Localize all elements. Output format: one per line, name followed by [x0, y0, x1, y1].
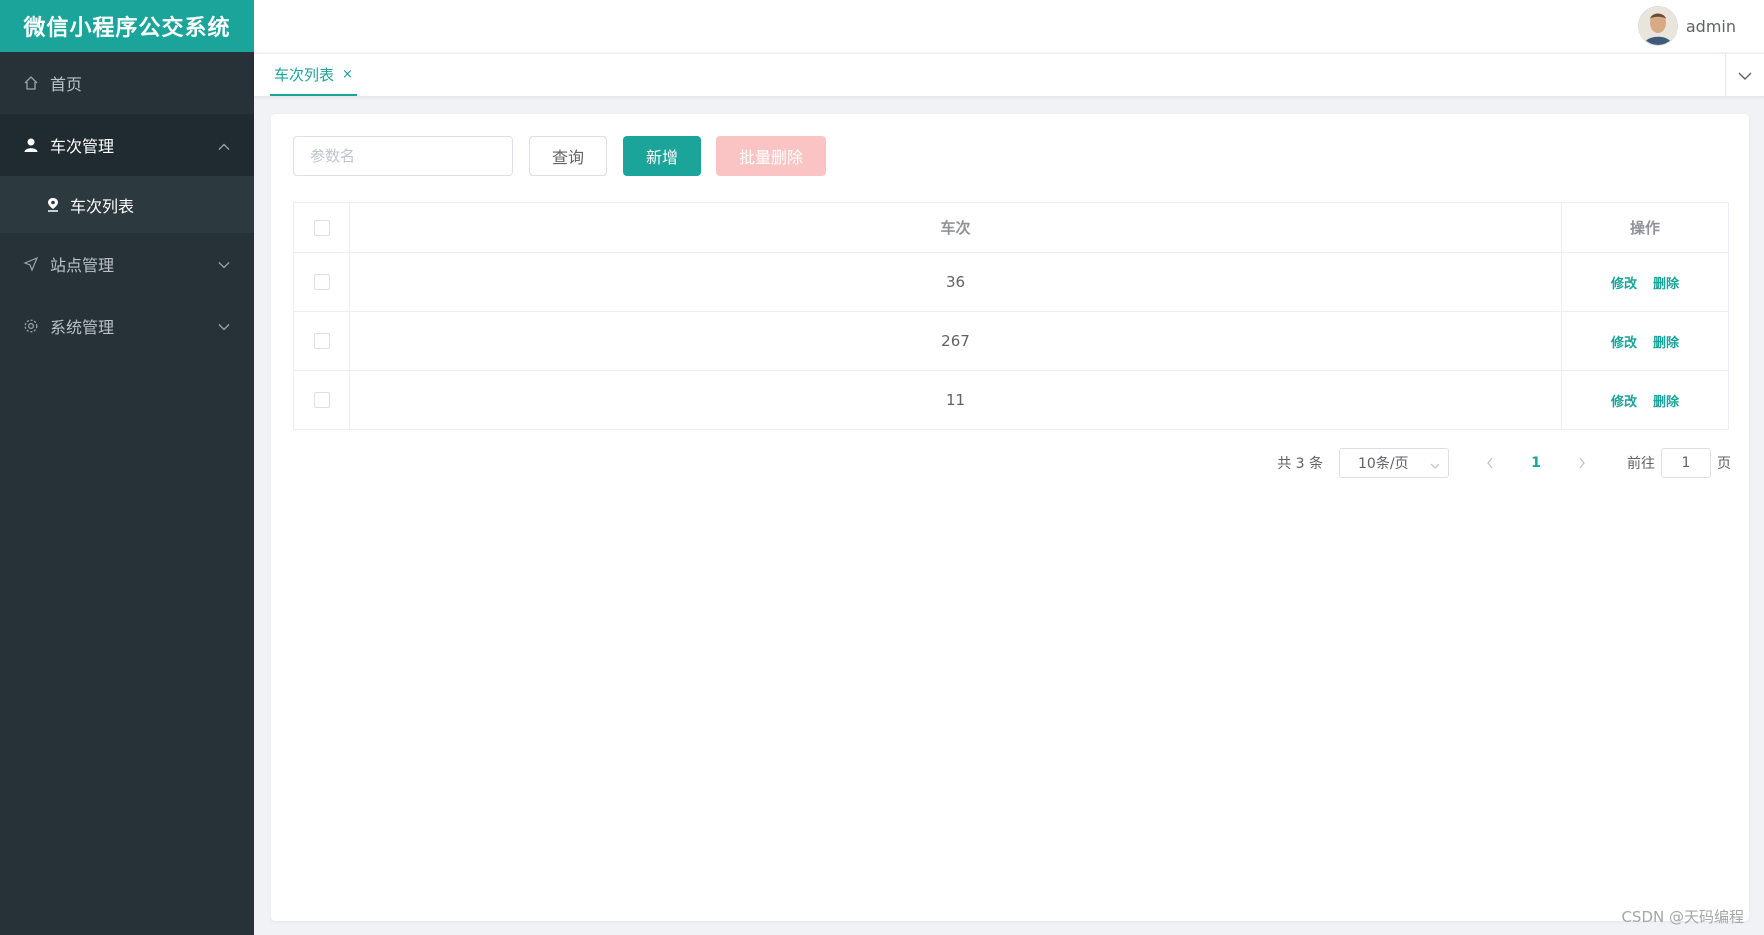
search-input[interactable]: [293, 136, 513, 176]
close-icon[interactable]: ×: [342, 67, 353, 82]
header-checkbox-cell: [294, 203, 350, 252]
tab-trip-list[interactable]: 车次列表 ×: [270, 54, 357, 96]
delete-link[interactable]: 删除: [1653, 332, 1679, 351]
sidebar-item-label: 车次管理: [50, 137, 115, 156]
edit-link[interactable]: 修改: [1611, 391, 1637, 410]
trip-number-cell: 36: [350, 253, 1562, 311]
app-title: 微信小程序公交系统: [0, 0, 254, 52]
chevron-up-icon: [218, 136, 230, 155]
chevron-down-icon: [218, 317, 230, 336]
chevron-down-icon: [1738, 66, 1752, 85]
table-row: 11 修改 删除: [294, 371, 1728, 429]
chevron-down-icon: [1430, 458, 1440, 474]
actions-cell: 修改 删除: [1562, 312, 1728, 370]
edit-link[interactable]: 修改: [1611, 332, 1637, 351]
sidebar-item-label: 站点管理: [50, 256, 115, 275]
location-pin-icon: [44, 196, 62, 214]
send-icon: [22, 255, 40, 273]
page-size-value: 10条/页: [1358, 456, 1409, 472]
row-checkbox-cell: [294, 253, 350, 311]
actions-cell: 修改 删除: [1562, 371, 1728, 429]
goto-page-input[interactable]: 1: [1661, 448, 1711, 478]
query-button[interactable]: 查询: [529, 136, 607, 176]
trip-number-cell: 267: [350, 312, 1562, 370]
table-header-row: 车次 操作: [294, 203, 1728, 253]
user-icon: [22, 136, 40, 154]
gear-icon: [22, 317, 40, 335]
sidebar-item-label: 首页: [50, 75, 83, 94]
avatar[interactable]: [1637, 6, 1678, 46]
sidebar-item-label: 系统管理: [50, 318, 115, 337]
row-checkbox-cell: [294, 312, 350, 370]
delete-link[interactable]: 删除: [1653, 391, 1679, 410]
table-row: 36 修改 删除: [294, 253, 1728, 312]
sidebar-item-home[interactable]: 首页: [0, 52, 254, 114]
tabs-menu-button[interactable]: [1725, 54, 1764, 96]
pagination: 共 3 条 10条/页 1 前往 1 页: [1277, 447, 1731, 479]
row-checkbox-cell: [294, 371, 350, 429]
row-checkbox[interactable]: [313, 333, 330, 349]
watermark: CSDN @天码编程: [1621, 908, 1744, 926]
username: admin: [1685, 16, 1736, 36]
page-size-select[interactable]: 10条/页: [1339, 448, 1449, 478]
sidebar-item-station-management[interactable]: 站点管理: [0, 233, 254, 295]
next-page-button[interactable]: [1567, 448, 1597, 478]
total-count: 共 3 条: [1277, 456, 1323, 472]
delete-link[interactable]: 删除: [1653, 273, 1679, 292]
goto-page: 前往 1 页: [1627, 448, 1731, 478]
sidebar-item-system-management[interactable]: 系统管理: [0, 295, 254, 357]
trip-table: 车次 操作 36 修改 删除 267 修改 删除 11 修改 删除: [293, 202, 1729, 430]
edit-link[interactable]: 修改: [1611, 273, 1637, 292]
prev-page-button[interactable]: [1475, 448, 1505, 478]
row-checkbox[interactable]: [313, 274, 330, 290]
page-number-current[interactable]: 1: [1521, 448, 1551, 478]
add-button[interactable]: 新增: [623, 136, 701, 176]
sidebar-item-trip-management[interactable]: 车次管理: [0, 114, 254, 176]
top-bar: admin: [254, 0, 1764, 52]
chevron-down-icon: [218, 255, 230, 274]
sidebar: 微信小程序公交系统 首页 车次管理 车次列表 站点管理 系统管理: [0, 0, 254, 935]
sidebar-item-label: 车次列表: [70, 196, 135, 216]
user-menu[interactable]: admin: [1637, 6, 1736, 46]
goto-suffix: 页: [1717, 456, 1731, 472]
main-content: 查询 新增 批量删除 车次 操作 36 修改 删除 267 修改 删除: [271, 114, 1749, 921]
table-row: 267 修改 删除: [294, 312, 1728, 371]
row-checkbox[interactable]: [313, 392, 330, 408]
column-header-actions: 操作: [1629, 219, 1660, 237]
select-all-checkbox[interactable]: [313, 219, 330, 236]
column-header-trip: 车次: [350, 203, 1562, 252]
tab-bar: 车次列表 ×: [254, 54, 1764, 97]
chevron-right-icon: [1579, 457, 1585, 469]
chevron-left-icon: [1487, 457, 1493, 469]
trip-number-cell: 11: [350, 371, 1562, 429]
actions-cell: 修改 删除: [1562, 253, 1728, 311]
home-icon: [22, 74, 40, 92]
batch-delete-button[interactable]: 批量删除: [716, 136, 826, 176]
goto-prefix: 前往: [1627, 456, 1655, 472]
sidebar-item-trip-list[interactable]: 车次列表: [0, 176, 254, 233]
tab-label: 车次列表: [274, 65, 335, 84]
